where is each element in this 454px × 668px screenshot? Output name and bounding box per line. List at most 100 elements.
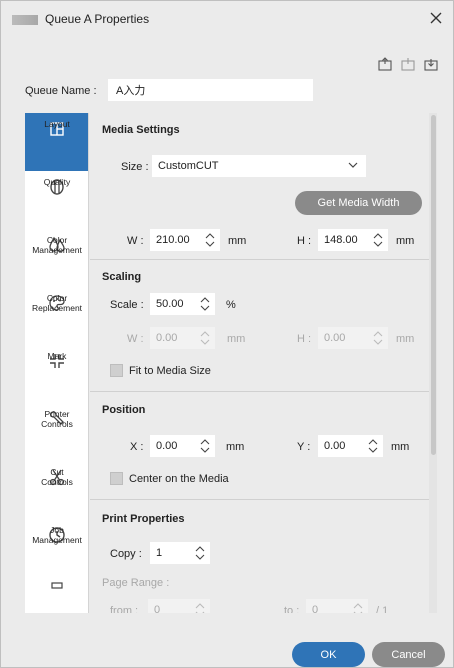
spinner-icon[interactable]: [194, 602, 206, 613]
queue-name-value: A入力: [116, 85, 146, 97]
copy-value: 1: [156, 547, 163, 559]
page-range-label: Page Range :: [102, 577, 170, 589]
scale-w-input[interactable]: 0.00: [150, 327, 215, 349]
divider: [90, 499, 429, 500]
y-label: Y :: [297, 441, 311, 453]
close-button[interactable]: [427, 9, 445, 27]
center-on-media-label: Center on the Media: [129, 473, 229, 485]
window-title: Queue A Properties: [45, 12, 150, 26]
media-h-label: H :: [297, 235, 312, 247]
scale-label: Scale :: [110, 299, 144, 311]
spinner-icon[interactable]: [199, 330, 211, 346]
scale-h-unit: mm: [396, 333, 415, 345]
tab-printer-controls[interactable]: Printer Controls: [25, 403, 88, 461]
layout-panel: Media Settings Size : CustomCUT Get Medi…: [90, 113, 429, 613]
position-title: Position: [102, 404, 146, 416]
divider: [90, 391, 429, 392]
close-icon: [430, 12, 442, 24]
get-media-width-button[interactable]: Get Media Width: [295, 191, 422, 215]
tab-label: Job Management: [32, 525, 82, 545]
scaling-title: Scaling: [102, 271, 142, 283]
size-value: CustomCUT: [158, 160, 219, 172]
y-input[interactable]: 0.00: [318, 435, 383, 457]
x-input[interactable]: 0.00: [150, 435, 215, 457]
scale-h-label: H :: [297, 333, 312, 345]
from-input[interactable]: 0: [148, 599, 210, 613]
scrollbar-thumb[interactable]: [431, 115, 436, 455]
scale-h-input[interactable]: 0.00: [318, 327, 388, 349]
tab-job-management[interactable]: Job Management: [25, 519, 88, 577]
tab-label: Printer Controls: [41, 409, 73, 429]
media-w-label: W :: [127, 235, 144, 247]
properties-dialog: Queue A Properties Queue Name : A入力 Layo…: [0, 0, 454, 668]
from-label: from :: [110, 605, 139, 613]
y-unit: mm: [391, 441, 410, 453]
fit-to-media-checkbox[interactable]: [110, 364, 123, 377]
scale-w-value: 0.00: [156, 332, 178, 344]
tab-more[interactable]: [25, 577, 88, 597]
cancel-button[interactable]: Cancel: [372, 642, 445, 667]
title-bar: Queue A Properties: [1, 1, 453, 37]
spinner-icon[interactable]: [204, 232, 216, 248]
scale-unit: %: [226, 299, 236, 311]
tab-layout[interactable]: Layout: [25, 113, 88, 171]
x-label: X :: [130, 441, 144, 453]
media-h-unit: mm: [396, 235, 415, 247]
tab-label: Color Management: [32, 235, 82, 255]
size-label: Size :: [121, 161, 149, 173]
spinner-icon[interactable]: [352, 602, 364, 613]
y-value: 0.00: [324, 440, 346, 452]
divider: [90, 259, 429, 260]
from-value: 0: [154, 604, 161, 613]
media-h-input[interactable]: 148.00: [318, 229, 388, 251]
tab-quality[interactable]: Quality: [25, 171, 88, 229]
spinner-icon[interactable]: [194, 545, 206, 561]
copy-input[interactable]: 1: [150, 542, 210, 564]
chevron-down-icon: [348, 162, 358, 168]
to-value: 0: [312, 604, 319, 613]
spinner-icon[interactable]: [199, 296, 211, 312]
spinner-icon[interactable]: [372, 330, 384, 346]
tab-label: Cut Controls: [41, 467, 73, 487]
scale-w-label: W :: [127, 333, 144, 345]
scale-h-value: 0.00: [324, 332, 346, 344]
import-settings-icon[interactable]: [400, 56, 416, 72]
ok-button[interactable]: OK: [292, 642, 365, 667]
spinner-icon[interactable]: [372, 232, 384, 248]
scale-w-unit: mm: [227, 333, 246, 345]
to-input[interactable]: 0: [306, 599, 368, 613]
center-on-media-checkbox[interactable]: [110, 472, 123, 485]
media-w-input[interactable]: 210.00: [150, 229, 220, 251]
queue-name-label: Queue Name :: [25, 85, 97, 97]
app-icon: [12, 15, 38, 25]
tab-label: Layout: [44, 119, 70, 129]
print-properties-title: Print Properties: [102, 513, 185, 525]
spinner-icon[interactable]: [367, 438, 379, 454]
tab-label: Mark: [47, 351, 67, 361]
tab-label: Quality: [43, 177, 71, 187]
x-value: 0.00: [156, 440, 178, 452]
fit-to-media-label: Fit to Media Size: [129, 365, 211, 377]
media-h-value: 148.00: [324, 234, 358, 246]
copy-label: Copy :: [110, 548, 142, 560]
tab-label: Color Replacement: [31, 293, 83, 313]
size-select[interactable]: CustomCUT: [152, 155, 366, 177]
x-unit: mm: [226, 441, 245, 453]
media-w-unit: mm: [228, 235, 247, 247]
tab-bar: Layout Quality Color Management Color Repl…: [25, 113, 89, 613]
tab-color-management[interactable]: Color Management: [25, 229, 88, 287]
queue-name-input[interactable]: A入力: [108, 79, 313, 101]
tab-cut-controls[interactable]: Cut Controls: [25, 461, 88, 519]
tab-color-replacement[interactable]: Color Replacement: [25, 287, 88, 345]
scale-input[interactable]: 50.00: [150, 293, 215, 315]
media-settings-title: Media Settings: [102, 124, 180, 136]
spinner-icon[interactable]: [199, 438, 211, 454]
to-label: to :: [284, 605, 300, 613]
toolbar-icons: [377, 56, 439, 72]
save-settings-icon[interactable]: [423, 56, 439, 72]
more-tabs-icon: [50, 582, 63, 589]
export-settings-icon[interactable]: [377, 56, 393, 72]
scale-value: 50.00: [156, 298, 184, 310]
tab-mark[interactable]: Mark: [25, 345, 88, 403]
media-w-value: 210.00: [156, 234, 190, 246]
